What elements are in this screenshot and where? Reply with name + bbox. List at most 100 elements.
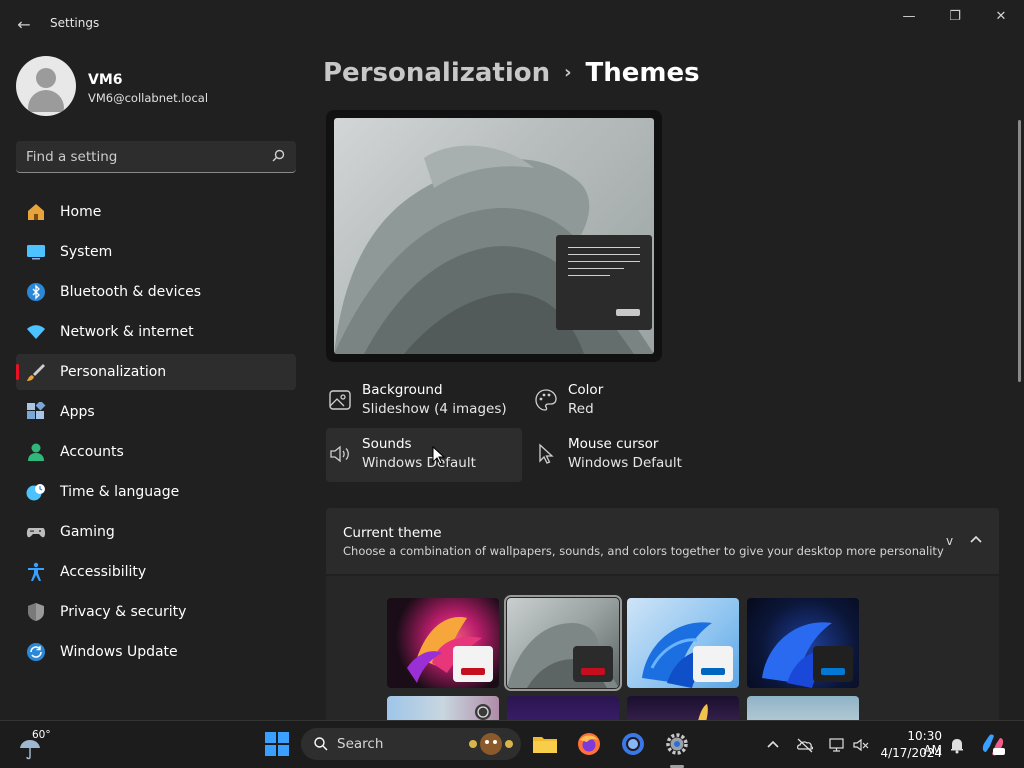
theme-thumbnail[interactable] bbox=[747, 696, 859, 720]
current-theme-header[interactable]: Current theme Choose a combination of wa… bbox=[326, 508, 999, 574]
paintbrush-icon bbox=[26, 362, 46, 382]
app-title: Settings bbox=[50, 16, 100, 30]
back-button[interactable]: ← bbox=[10, 10, 38, 38]
mouse-pointer-icon bbox=[432, 446, 446, 465]
breadcrumb: Personalization › Themes bbox=[323, 58, 700, 88]
copilot-icon[interactable] bbox=[980, 732, 1006, 758]
search-input[interactable]: Find a setting bbox=[16, 141, 296, 173]
tile-value: Windows Default bbox=[568, 455, 682, 471]
theme-thumbnail[interactable] bbox=[627, 598, 739, 688]
avatar bbox=[16, 56, 76, 116]
close-icon: ✕ bbox=[995, 8, 1007, 24]
system-icon bbox=[26, 242, 46, 262]
sidebar-item-network-internet[interactable]: Network & internet bbox=[16, 314, 296, 350]
sidebar-item-label: Gaming bbox=[60, 524, 115, 540]
tile-value: Windows Default bbox=[362, 455, 476, 471]
clock-globe-icon bbox=[26, 482, 46, 502]
minimize-button[interactable]: — bbox=[886, 0, 932, 32]
sidebar-item-label: Network & internet bbox=[60, 324, 194, 340]
theme-thumbnail[interactable] bbox=[627, 696, 739, 720]
theme-accent-chip bbox=[573, 646, 613, 682]
sidebar-item-time-language[interactable]: Time & language bbox=[16, 474, 296, 510]
sidebar-item-label: Home bbox=[60, 204, 102, 220]
theme-thumbnail[interactable] bbox=[387, 598, 499, 688]
onedrive-offline-icon[interactable] bbox=[796, 736, 814, 754]
chrome-icon[interactable] bbox=[620, 731, 646, 757]
clock-date[interactable]: 4/17/2024 bbox=[878, 746, 942, 760]
chevron-up-icon[interactable] bbox=[764, 736, 782, 754]
shortcut-hint: v bbox=[946, 534, 954, 548]
weather-temperature: 60° bbox=[32, 729, 51, 741]
sidebar-item-system[interactable]: System bbox=[16, 234, 296, 270]
sidebar-item-label: Privacy & security bbox=[60, 604, 187, 620]
sidebar-item-accounts[interactable]: Accounts bbox=[16, 434, 296, 470]
taskbar-search[interactable]: Search bbox=[301, 728, 521, 760]
bluetooth-icon bbox=[26, 282, 46, 302]
breadcrumb-parent[interactable]: Personalization bbox=[323, 58, 550, 88]
image-icon bbox=[329, 390, 351, 410]
sidebar-item-privacy-security[interactable]: Privacy & security bbox=[16, 594, 296, 630]
weather-widget[interactable]: 60° bbox=[18, 729, 58, 763]
tile-name: Background bbox=[362, 382, 443, 398]
sidebar-item-bluetooth-devices[interactable]: Bluetooth & devices bbox=[16, 274, 296, 310]
sidebar-item-personalization[interactable]: Personalization bbox=[16, 354, 296, 390]
sidebar-item-accessibility[interactable]: Accessibility bbox=[16, 554, 296, 590]
sidebar-item-label: Accessibility bbox=[60, 564, 147, 580]
taskbar-search-label: Search bbox=[337, 736, 384, 752]
user-email: VM6@collabnet.local bbox=[88, 91, 209, 105]
start-button-icon[interactable] bbox=[264, 731, 290, 757]
sidebar-item-label: Apps bbox=[60, 404, 95, 420]
sidebar-item-label: Time & language bbox=[60, 484, 180, 500]
notifications-bell-icon[interactable] bbox=[948, 736, 966, 754]
theme-accent-chip bbox=[693, 646, 733, 682]
current-theme-subtitle: Choose a combination of wallpapers, soun… bbox=[343, 544, 944, 558]
apps-icon bbox=[26, 402, 46, 422]
theme-accent-chip bbox=[453, 646, 493, 682]
sidebar-item-apps[interactable]: Apps bbox=[16, 394, 296, 430]
back-arrow-icon: ← bbox=[17, 14, 31, 34]
restore-button[interactable]: ❐ bbox=[932, 0, 978, 32]
sidebar-item-home[interactable]: Home bbox=[16, 194, 296, 230]
sidebar-item-gaming[interactable]: Gaming bbox=[16, 514, 296, 550]
theme-thumbnail[interactable] bbox=[387, 696, 499, 720]
chevron-up-icon[interactable] bbox=[966, 530, 986, 550]
main-scrollbar[interactable] bbox=[1018, 120, 1021, 382]
network-icon[interactable] bbox=[828, 736, 846, 754]
sidebar-item-label: Bluetooth & devices bbox=[60, 284, 202, 300]
sounds-tile[interactable]: Sounds Windows Default bbox=[326, 428, 522, 482]
close-button[interactable]: ✕ bbox=[978, 0, 1024, 32]
firefox-icon[interactable] bbox=[576, 731, 602, 757]
theme-thumbnail-selected[interactable] bbox=[504, 595, 622, 691]
theme-gallery bbox=[326, 576, 999, 720]
color-tile[interactable]: Color Red bbox=[532, 374, 728, 428]
wallpaper-preview bbox=[334, 118, 654, 354]
sidebar-item-label: Accounts bbox=[60, 444, 124, 460]
sidebar-item-windows-update[interactable]: Windows Update bbox=[16, 634, 296, 670]
wifi-icon bbox=[26, 322, 46, 342]
volume-muted-icon[interactable] bbox=[852, 736, 870, 754]
theme-thumbnail[interactable] bbox=[747, 598, 859, 688]
sidebar-nav: Home System Bluetooth & devices Network & i… bbox=[16, 194, 296, 674]
search-icon bbox=[272, 149, 285, 162]
sidebar-item-label: Personalization bbox=[60, 364, 167, 380]
file-explorer-icon[interactable] bbox=[532, 731, 558, 757]
theme-thumbnail[interactable] bbox=[507, 696, 619, 720]
theme-preview bbox=[326, 110, 662, 362]
theme-accent-chip bbox=[813, 646, 853, 682]
settings-gear-icon[interactable] bbox=[664, 731, 690, 757]
tile-name: Sounds bbox=[362, 436, 412, 452]
shield-icon bbox=[26, 602, 46, 622]
sidebar-item-label: Windows Update bbox=[60, 644, 178, 660]
accounts-icon bbox=[26, 442, 46, 462]
minimize-icon: — bbox=[902, 8, 916, 24]
background-tile[interactable]: Background Slideshow (4 images) bbox=[326, 374, 522, 428]
restore-icon: ❐ bbox=[949, 8, 961, 24]
search-icon bbox=[314, 737, 328, 751]
tile-name: Mouse cursor bbox=[568, 436, 659, 452]
tile-value: Slideshow (4 images) bbox=[362, 401, 507, 417]
search-highlight-icon bbox=[469, 733, 513, 755]
mouse-cursor-tile[interactable]: Mouse cursor Windows Default bbox=[532, 428, 728, 482]
cursor-icon bbox=[539, 443, 554, 464]
home-icon bbox=[26, 202, 46, 222]
user-profile[interactable]: VM6 VM6@collabnet.local bbox=[16, 56, 296, 118]
